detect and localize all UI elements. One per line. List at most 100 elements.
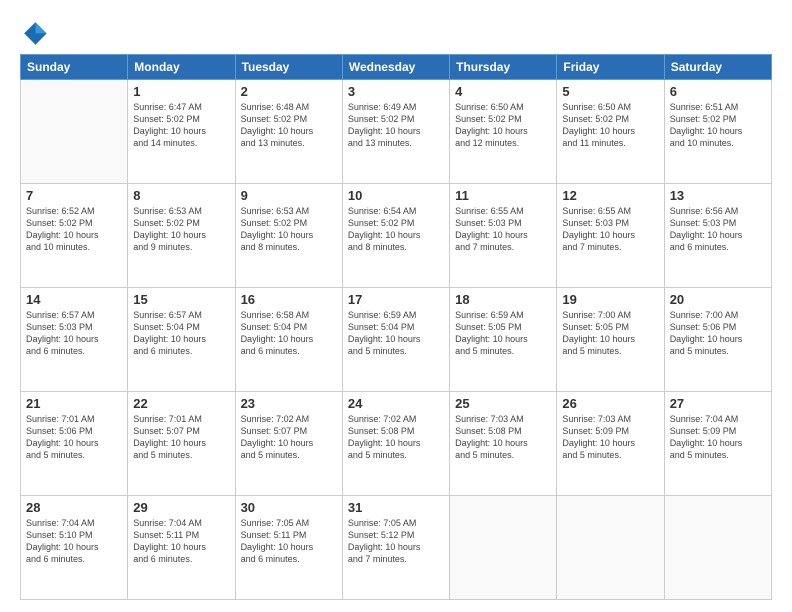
cell-info: Sunrise: 6:53 AM Sunset: 5:02 PM Dayligh…: [241, 205, 337, 254]
header: [20, 18, 772, 46]
cell-info: Sunrise: 7:03 AM Sunset: 5:09 PM Dayligh…: [562, 413, 658, 462]
day-number: 24: [348, 396, 444, 411]
day-number: 10: [348, 188, 444, 203]
cell-info: Sunrise: 7:04 AM Sunset: 5:10 PM Dayligh…: [26, 517, 122, 566]
calendar-week-row: 28Sunrise: 7:04 AM Sunset: 5:10 PM Dayli…: [21, 496, 772, 600]
day-number: 26: [562, 396, 658, 411]
calendar-cell: 9 Sunrise: 6:53 AM Sunset: 5:02 PM Daylig…: [235, 184, 342, 288]
cell-info: Sunrise: 6:53 AM Sunset: 5:02 PM Dayligh…: [133, 205, 229, 254]
weekday-header-friday: Friday: [557, 55, 664, 80]
cell-info: Sunrise: 7:04 AM Sunset: 5:09 PM Dayligh…: [670, 413, 766, 462]
calendar-cell: 5Sunrise: 6:50 AM Sunset: 5:02 PM Daylig…: [557, 80, 664, 184]
calendar-cell: 30 Sunrise: 7:05 AM Sunset: 5:11 PM Dayli…: [235, 496, 342, 600]
calendar-cell: 14 Sunrise: 6:57 AM Sunset: 5:03 PM Dayli…: [21, 288, 128, 392]
calendar-week-row: 14 Sunrise: 6:57 AM Sunset: 5:03 PM Dayli…: [21, 288, 772, 392]
calendar-table: SundayMondayTuesdayWednesdayThursdayFrid…: [20, 54, 772, 600]
calendar-cell: 15 Sunrise: 6:57 AM Sunset: 5:04 PM Dayli…: [128, 288, 235, 392]
cell-info: Sunrise: 6:52 AM Sunset: 5:02 PM Dayligh…: [26, 205, 122, 254]
calendar-cell: 17 Sunrise: 6:59 AM Sunset: 5:04 PM Dayli…: [342, 288, 449, 392]
weekday-header-saturday: Saturday: [664, 55, 771, 80]
cell-info: Sunrise: 6:50 AM Sunset: 5:02 PM Dayligh…: [562, 101, 658, 150]
calendar-week-row: 7 Sunrise: 6:52 AM Sunset: 5:02 PM Daylig…: [21, 184, 772, 288]
day-number: 13: [670, 188, 766, 203]
calendar-cell: 23 Sunrise: 7:02 AM Sunset: 5:07 PM Dayli…: [235, 392, 342, 496]
day-number: 29: [133, 500, 229, 515]
calendar-cell: 25 Sunrise: 7:03 AM Sunset: 5:08 PM Dayli…: [450, 392, 557, 496]
calendar-cell: [557, 496, 664, 600]
calendar-cell: 21Sunrise: 7:01 AM Sunset: 5:06 PM Dayli…: [21, 392, 128, 496]
cell-info: Sunrise: 6:51 AM Sunset: 5:02 PM Dayligh…: [670, 101, 766, 150]
calendar-cell: [21, 80, 128, 184]
calendar-cell: 12 Sunrise: 6:55 AM Sunset: 5:03 PM Dayli…: [557, 184, 664, 288]
day-number: 23: [241, 396, 337, 411]
calendar-cell: 3 Sunrise: 6:49 AM Sunset: 5:02 PM Daylig…: [342, 80, 449, 184]
cell-info: Sunrise: 6:57 AM Sunset: 5:03 PM Dayligh…: [26, 309, 122, 358]
calendar-cell: 10 Sunrise: 6:54 AM Sunset: 5:02 PM Dayli…: [342, 184, 449, 288]
day-number: 30: [241, 500, 337, 515]
day-number: 11: [455, 188, 551, 203]
calendar-cell: 29 Sunrise: 7:04 AM Sunset: 5:11 PM Dayli…: [128, 496, 235, 600]
weekday-header-monday: Monday: [128, 55, 235, 80]
calendar-cell: 6 Sunrise: 6:51 AM Sunset: 5:02 PM Daylig…: [664, 80, 771, 184]
calendar-cell: 7 Sunrise: 6:52 AM Sunset: 5:02 PM Daylig…: [21, 184, 128, 288]
cell-info: Sunrise: 6:59 AM Sunset: 5:05 PM Dayligh…: [455, 309, 551, 358]
calendar-cell: 19Sunrise: 7:00 AM Sunset: 5:05 PM Dayli…: [557, 288, 664, 392]
day-number: 15: [133, 292, 229, 307]
calendar-cell: 2Sunrise: 6:48 AM Sunset: 5:02 PM Daylig…: [235, 80, 342, 184]
cell-info: Sunrise: 6:57 AM Sunset: 5:04 PM Dayligh…: [133, 309, 229, 358]
day-number: 21: [26, 396, 122, 411]
weekday-header-tuesday: Tuesday: [235, 55, 342, 80]
day-number: 3: [348, 84, 444, 99]
day-number: 4: [455, 84, 551, 99]
cell-info: Sunrise: 7:00 AM Sunset: 5:06 PM Dayligh…: [670, 309, 766, 358]
day-number: 31: [348, 500, 444, 515]
logo-icon: [20, 18, 48, 46]
day-number: 18: [455, 292, 551, 307]
calendar-cell: 16 Sunrise: 6:58 AM Sunset: 5:04 PM Dayli…: [235, 288, 342, 392]
calendar-cell: [450, 496, 557, 600]
calendar-week-row: 21Sunrise: 7:01 AM Sunset: 5:06 PM Dayli…: [21, 392, 772, 496]
day-number: 2: [241, 84, 337, 99]
day-number: 27: [670, 396, 766, 411]
calendar-cell: 4Sunrise: 6:50 AM Sunset: 5:02 PM Daylig…: [450, 80, 557, 184]
calendar-cell: 28Sunrise: 7:04 AM Sunset: 5:10 PM Dayli…: [21, 496, 128, 600]
day-number: 7: [26, 188, 122, 203]
cell-info: Sunrise: 6:49 AM Sunset: 5:02 PM Dayligh…: [348, 101, 444, 150]
day-number: 14: [26, 292, 122, 307]
day-number: 16: [241, 292, 337, 307]
calendar-cell: 20Sunrise: 7:00 AM Sunset: 5:06 PM Dayli…: [664, 288, 771, 392]
weekday-header-sunday: Sunday: [21, 55, 128, 80]
calendar-cell: 22Sunrise: 7:01 AM Sunset: 5:07 PM Dayli…: [128, 392, 235, 496]
calendar-cell: 1 Sunrise: 6:47 AM Sunset: 5:02 PM Daylig…: [128, 80, 235, 184]
day-number: 17: [348, 292, 444, 307]
cell-info: Sunrise: 6:47 AM Sunset: 5:02 PM Dayligh…: [133, 101, 229, 150]
cell-info: Sunrise: 7:03 AM Sunset: 5:08 PM Dayligh…: [455, 413, 551, 462]
day-number: 6: [670, 84, 766, 99]
calendar-cell: 11 Sunrise: 6:55 AM Sunset: 5:03 PM Dayli…: [450, 184, 557, 288]
logo: [20, 18, 52, 46]
calendar-week-row: 1 Sunrise: 6:47 AM Sunset: 5:02 PM Daylig…: [21, 80, 772, 184]
day-number: 22: [133, 396, 229, 411]
cell-info: Sunrise: 6:59 AM Sunset: 5:04 PM Dayligh…: [348, 309, 444, 358]
day-number: 1: [133, 84, 229, 99]
cell-info: Sunrise: 6:55 AM Sunset: 5:03 PM Dayligh…: [455, 205, 551, 254]
day-number: 25: [455, 396, 551, 411]
cell-info: Sunrise: 7:05 AM Sunset: 5:12 PM Dayligh…: [348, 517, 444, 566]
cell-info: Sunrise: 6:56 AM Sunset: 5:03 PM Dayligh…: [670, 205, 766, 254]
calendar-cell: 27 Sunrise: 7:04 AM Sunset: 5:09 PM Dayli…: [664, 392, 771, 496]
cell-info: Sunrise: 6:55 AM Sunset: 5:03 PM Dayligh…: [562, 205, 658, 254]
cell-info: Sunrise: 7:05 AM Sunset: 5:11 PM Dayligh…: [241, 517, 337, 566]
page: SundayMondayTuesdayWednesdayThursdayFrid…: [0, 0, 792, 612]
cell-info: Sunrise: 6:54 AM Sunset: 5:02 PM Dayligh…: [348, 205, 444, 254]
day-number: 8: [133, 188, 229, 203]
cell-info: Sunrise: 7:04 AM Sunset: 5:11 PM Dayligh…: [133, 517, 229, 566]
calendar-cell: 8 Sunrise: 6:53 AM Sunset: 5:02 PM Daylig…: [128, 184, 235, 288]
cell-info: Sunrise: 7:02 AM Sunset: 5:08 PM Dayligh…: [348, 413, 444, 462]
day-number: 9: [241, 188, 337, 203]
cell-info: Sunrise: 6:58 AM Sunset: 5:04 PM Dayligh…: [241, 309, 337, 358]
calendar-cell: 31 Sunrise: 7:05 AM Sunset: 5:12 PM Dayli…: [342, 496, 449, 600]
day-number: 12: [562, 188, 658, 203]
cell-info: Sunrise: 7:02 AM Sunset: 5:07 PM Dayligh…: [241, 413, 337, 462]
weekday-header-row: SundayMondayTuesdayWednesdayThursdayFrid…: [21, 55, 772, 80]
calendar-cell: 26 Sunrise: 7:03 AM Sunset: 5:09 PM Dayli…: [557, 392, 664, 496]
